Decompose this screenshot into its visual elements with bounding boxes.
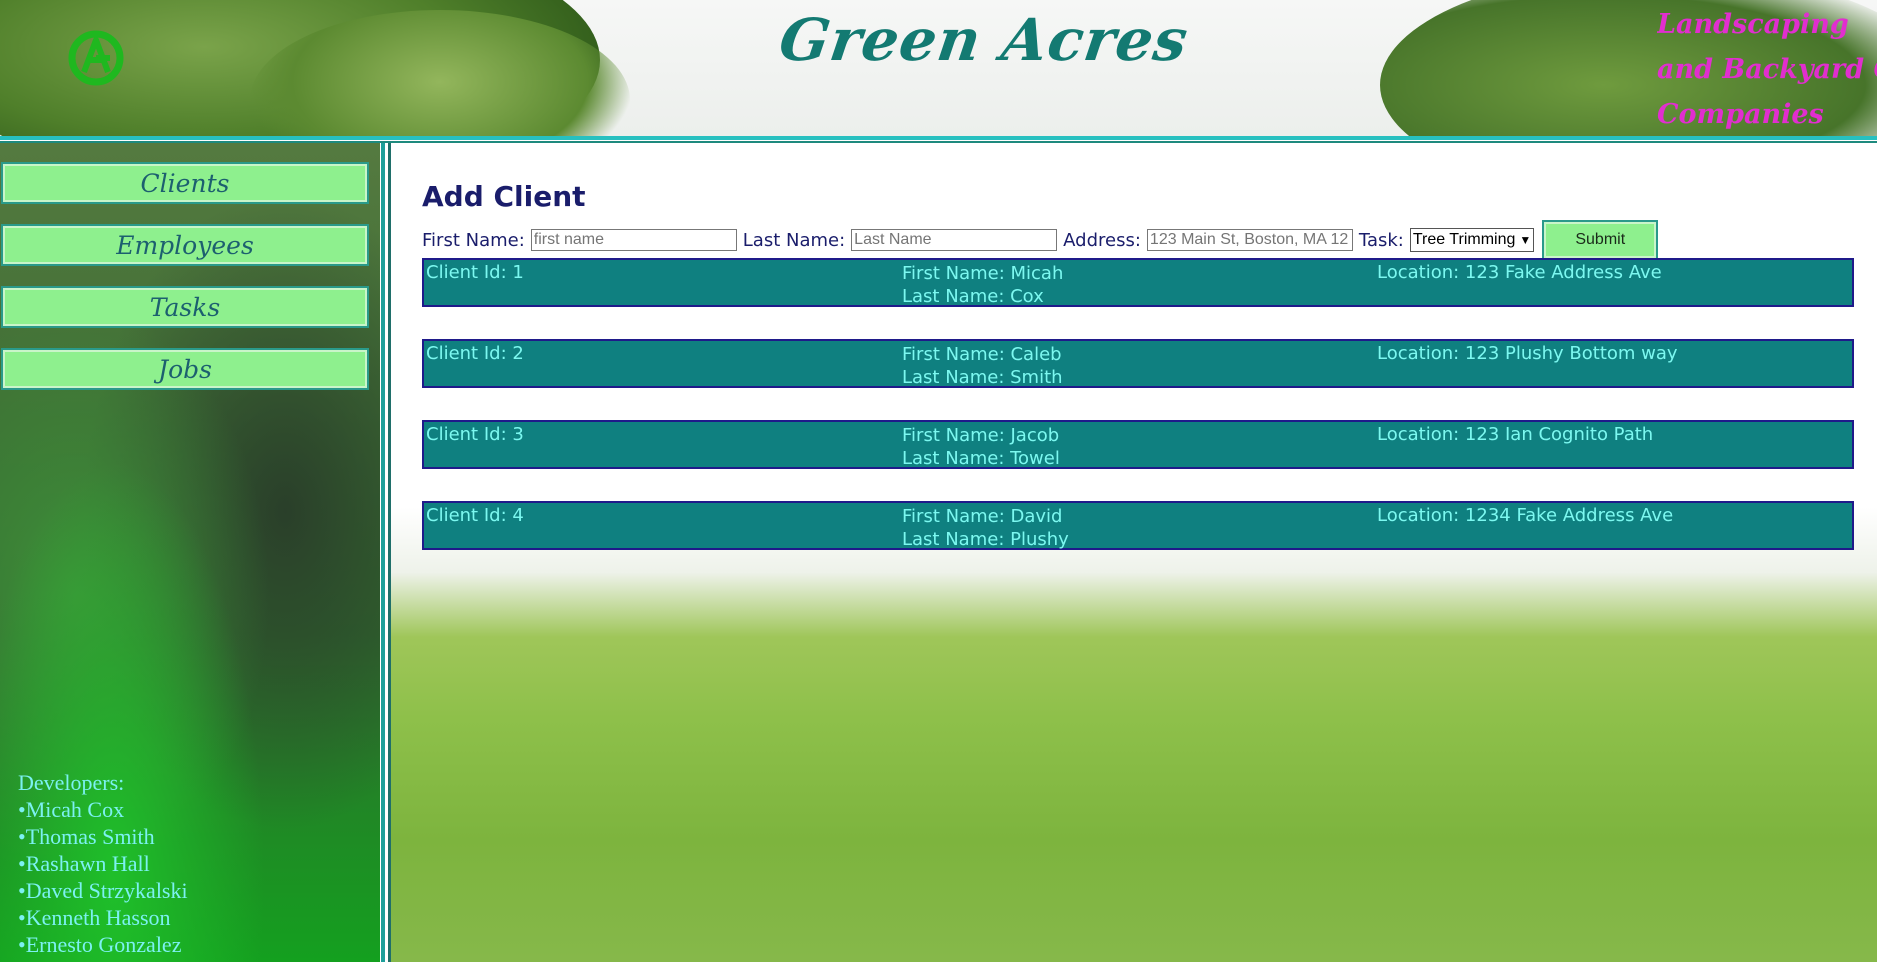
nav-button-label: Tasks <box>149 292 221 322</box>
last-name-label: Last Name: <box>742 229 846 251</box>
tagline-line: Companies <box>1657 99 1824 130</box>
address-label: Address: <box>1063 229 1141 251</box>
client-row: Client Id: 2 First Name: Caleb Last Name… <box>422 339 1854 388</box>
green-acres-logo-icon <box>68 30 124 86</box>
nav-button-clients[interactable]: Clients <box>1 162 369 204</box>
client-location: Location: 123 Ian Cognito Path <box>1377 424 1654 445</box>
developer-name: •Thomas Smith <box>18 824 155 849</box>
header-banner: Green Acres Landscaping and Backyard Ca … <box>0 0 1877 136</box>
header-divider <box>0 136 1877 140</box>
developers-title: Developers: <box>18 770 125 795</box>
add-client-form: First Name: Last Name: Address: Task: Tr… <box>422 220 1659 260</box>
client-names: First Name: David Last Name: Plushy <box>902 505 1069 551</box>
nav-button-jobs[interactable]: Jobs <box>1 348 369 390</box>
client-id: Client Id: 1 <box>426 262 524 283</box>
tagline-line: Landscaping <box>1657 9 1849 40</box>
nav-button-label: Employees <box>116 230 254 260</box>
task-select[interactable]: Tree Trimming ▼ <box>1409 228 1535 252</box>
client-last-name: Last Name: Towel <box>902 448 1060 469</box>
nav-button-label: Jobs <box>158 354 212 384</box>
nav-button-employees[interactable]: Employees <box>1 224 369 266</box>
client-id: Client Id: 3 <box>426 424 524 445</box>
task-select-value: Tree Trimming <box>1412 231 1516 248</box>
last-name-input[interactable] <box>851 229 1058 251</box>
client-first-name: First Name: Micah <box>902 263 1064 284</box>
client-location: Location: 123 Fake Address Ave <box>1377 262 1662 283</box>
client-id: Client Id: 2 <box>426 343 524 364</box>
client-names: First Name: Micah Last Name: Cox <box>902 262 1063 308</box>
client-row: Client Id: 1 First Name: Micah Last Name… <box>422 258 1854 307</box>
developers-list: Developers: •Micah Cox •Thomas Smith •Ra… <box>18 769 188 958</box>
developer-name: •Micah Cox <box>18 797 125 822</box>
client-names: First Name: Jacob Last Name: Towel <box>902 424 1060 470</box>
client-first-name: First Name: David <box>902 506 1063 527</box>
client-location: Location: 123 Plushy Bottom way <box>1377 343 1678 364</box>
main-content: Add Client First Name: Last Name: Addres… <box>391 150 1877 962</box>
chevron-down-icon: ▼ <box>1519 233 1532 247</box>
nav-button-tasks[interactable]: Tasks <box>1 286 369 328</box>
sidebar: Clients Employees Tasks Jobs Developers:… <box>0 143 380 962</box>
developer-name: •Kenneth Hasson <box>18 905 171 930</box>
client-last-name: Last Name: Cox <box>902 286 1044 307</box>
add-client-title: Add Client <box>422 180 586 213</box>
client-row: Client Id: 3 First Name: Jacob Last Name… <box>422 420 1854 469</box>
client-last-name: Last Name: Plushy <box>902 529 1069 550</box>
tagline: Landscaping and Backyard Ca Companies <box>1657 2 1877 136</box>
submit-button[interactable]: Submit <box>1542 220 1659 260</box>
developer-name: •Ernesto Gonzalez <box>18 932 182 957</box>
client-location: Location: 1234 Fake Address Ave <box>1377 505 1674 526</box>
client-row: Client Id: 4 First Name: David Last Name… <box>422 501 1854 550</box>
site-title: Green Acres <box>775 6 1193 74</box>
tagline-line: and Backyard Ca <box>1657 54 1877 85</box>
task-label: Task: <box>1358 229 1404 251</box>
client-first-name: First Name: Jacob <box>902 425 1060 446</box>
first-name-label: First Name: <box>422 229 525 251</box>
first-name-input[interactable] <box>530 229 737 251</box>
client-names: First Name: Caleb Last Name: Smith <box>902 343 1063 389</box>
client-last-name: Last Name: Smith <box>902 367 1063 388</box>
developer-name: •Daved Strzykalski <box>18 878 188 903</box>
address-input[interactable] <box>1146 229 1353 251</box>
nav-button-label: Clients <box>140 168 230 198</box>
developer-name: •Rashawn Hall <box>18 851 150 876</box>
client-id: Client Id: 4 <box>426 505 524 526</box>
sidebar-border <box>381 143 385 962</box>
client-first-name: First Name: Caleb <box>902 344 1062 365</box>
